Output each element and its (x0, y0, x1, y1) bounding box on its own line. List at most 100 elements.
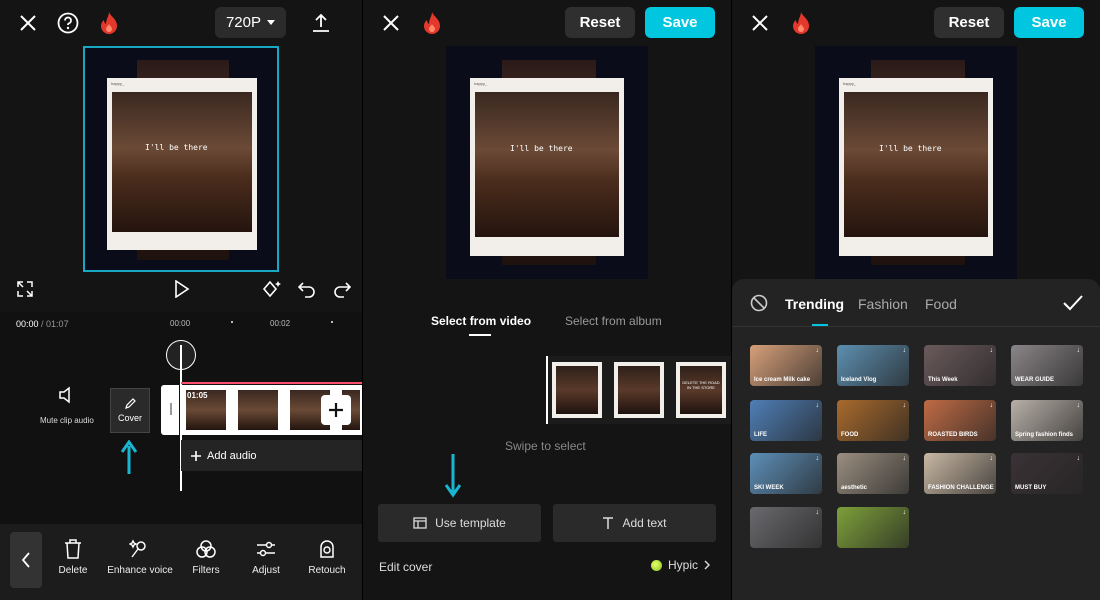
add-text-button[interactable]: Add text (553, 504, 716, 542)
mute-clip-audio-label[interactable]: Mute clip audio (40, 416, 94, 425)
template-card[interactable]: ↓ LIFE (750, 400, 822, 441)
template-card[interactable]: ↓ WEAR GUIDE (1011, 345, 1083, 386)
download-icon: ↓ (902, 402, 907, 409)
download-icon: ↓ (815, 402, 820, 409)
reset-button[interactable]: Reset (934, 7, 1004, 38)
template-title: aesthetic (841, 485, 868, 491)
divider (732, 326, 1100, 327)
tick-dot (331, 321, 333, 323)
caret-down-icon (267, 19, 276, 25)
download-icon: ↓ (902, 347, 907, 354)
template-card[interactable]: ↓ FASHION CHALLENGE (924, 453, 996, 494)
no-template-icon[interactable] (749, 293, 769, 313)
close-icon[interactable] (748, 12, 772, 34)
download-icon: ↓ (1076, 402, 1081, 409)
preview-caption: I'll be there (145, 143, 208, 152)
fullscreen-icon[interactable] (15, 279, 35, 299)
enhance-voice-tool[interactable]: Enhance voice (104, 539, 176, 576)
preview-caption: I'll be there (510, 144, 573, 153)
pencil-icon (125, 398, 136, 409)
redo-icon[interactable] (331, 278, 353, 300)
video-preview[interactable]: happy_ I'll be there (83, 46, 279, 272)
template-title: MUST BUY (1015, 485, 1047, 491)
template-title: ROASTED BIRDS (928, 432, 978, 438)
tab-select-from-video[interactable]: Select from video (431, 314, 531, 328)
add-clip-button[interactable] (321, 395, 351, 425)
template-title: LIFE (754, 432, 767, 438)
edit-cover-label: Edit cover (379, 560, 433, 574)
frame-photo (475, 92, 619, 237)
tick-label: 00:00 (170, 319, 191, 328)
template-title: Spring fashion finds (1015, 432, 1073, 438)
add-audio-track[interactable]: Add audio (181, 440, 362, 471)
template-card[interactable]: ↓ FOOD (837, 400, 909, 441)
template-card[interactable]: ↓ Spring fashion finds (1011, 400, 1083, 441)
close-icon[interactable] (379, 12, 403, 34)
help-icon[interactable] (56, 11, 80, 35)
template-card[interactable]: ↓ SKI WEEK (750, 453, 822, 494)
template-card[interactable]: ↓ Ice cream Milk cake (750, 345, 822, 386)
download-icon: ↓ (989, 402, 994, 409)
template-card[interactable]: ↓ This Week (924, 345, 996, 386)
trash-icon (65, 539, 81, 559)
template-card[interactable]: ↓ ROASTED BIRDS (924, 400, 996, 441)
frame-photo (112, 92, 252, 232)
frame-thumbnail (552, 362, 602, 418)
checkmark-icon[interactable] (1062, 293, 1084, 313)
clip-timestamp: 01:05 (187, 391, 208, 400)
preview-caption: I'll be there (879, 144, 942, 153)
retouch-tool[interactable]: Retouch (306, 539, 348, 576)
time-readout: 00:00 / 01:07 (16, 319, 69, 329)
category-tab-trending[interactable]: Trending (785, 296, 844, 312)
resolution-label: 720P (225, 14, 262, 31)
use-template-button[interactable]: Use template (378, 504, 541, 542)
back-button[interactable] (10, 532, 42, 588)
editor-panel: 720P happy_ I'll be there 00:00 / 01:07 … (0, 0, 362, 600)
hypic-link[interactable]: Hypic (651, 558, 711, 572)
filters-tool[interactable]: Filters (185, 539, 227, 576)
template-title: SKI WEEK (754, 485, 784, 491)
add-audio-label: Add audio (207, 449, 257, 462)
template-icon (413, 517, 427, 529)
frame-selector[interactable] (546, 356, 548, 424)
save-button[interactable]: Save (1014, 7, 1084, 38)
tick-dot (231, 321, 233, 323)
clip-thumbnail (236, 388, 280, 432)
template-card[interactable]: ↓ aesthetic (837, 453, 909, 494)
plus-icon (329, 403, 343, 417)
tool-label: Delete (58, 565, 88, 576)
template-card[interactable]: ↓ MUST BUY (1011, 453, 1083, 494)
cover-button[interactable]: Cover (110, 388, 150, 433)
cover-editor-panel: Reset Save happy_ I'll be there Select f… (363, 0, 731, 600)
template-picker-panel: Reset Save happy_ I'll be there Trending… (732, 0, 1100, 600)
category-tab-fashion[interactable]: Fashion (858, 296, 908, 312)
close-icon[interactable] (16, 12, 40, 34)
text-icon (603, 517, 614, 529)
download-icon: ↓ (815, 455, 820, 462)
flame-icon[interactable] (790, 10, 812, 36)
flame-icon[interactable] (421, 10, 443, 36)
tool-label: Retouch (308, 565, 346, 576)
save-button[interactable]: Save (645, 7, 715, 38)
speaker-icon[interactable] (58, 386, 78, 404)
tool-label: Filters (192, 565, 220, 576)
keyframe-icon[interactable] (260, 278, 284, 300)
frame-thumbnail: DELETE THE ROAD IN THE STORE (676, 362, 726, 418)
flame-icon[interactable] (98, 10, 120, 36)
resolution-dropdown[interactable]: 720P (215, 7, 286, 38)
current-time: 00:00 (16, 319, 39, 329)
delete-tool[interactable]: Delete (52, 539, 94, 576)
template-card[interactable]: ↓ Iceland Vlog (837, 345, 909, 386)
play-icon[interactable] (171, 278, 193, 300)
template-title: Iceland Vlog (841, 377, 877, 383)
template-card[interactable]: ↓ (750, 507, 822, 548)
retouch-icon (320, 540, 334, 558)
template-card[interactable]: ↓ (837, 507, 909, 548)
export-icon[interactable] (310, 11, 332, 35)
adjust-tool[interactable]: Adjust (245, 539, 287, 576)
tab-select-from-album[interactable]: Select from album (565, 314, 662, 328)
chevron-left-icon (21, 552, 30, 568)
reset-button[interactable]: Reset (565, 7, 635, 38)
undo-icon[interactable] (296, 278, 318, 300)
category-tab-food[interactable]: Food (925, 296, 957, 312)
